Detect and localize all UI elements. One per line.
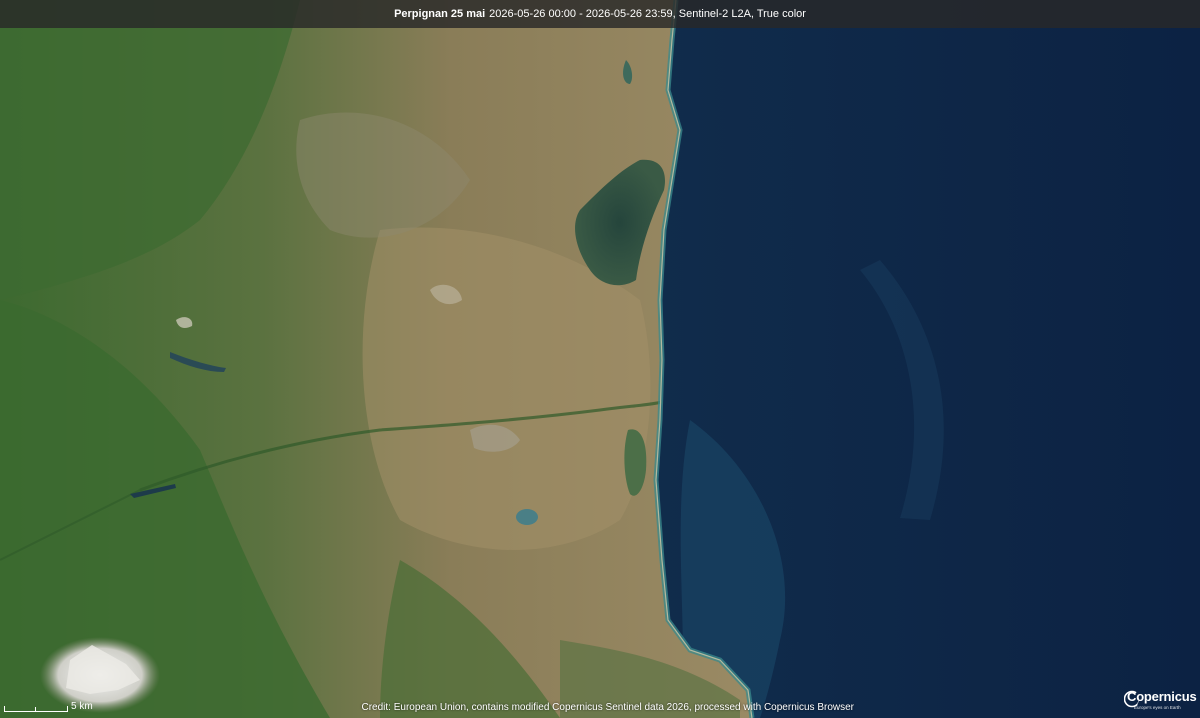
logo-wordmark: Copernicus <box>1127 689 1197 704</box>
scale-ruler <box>4 706 68 712</box>
logo-tagline: Europe's eyes on Earth <box>1134 705 1181 710</box>
satellite-image <box>0 0 1200 718</box>
image-title-bar: Perpignan 25 mai 2026-05-26 00:00 - 2026… <box>0 0 1200 28</box>
scale-bar: 5 km <box>4 701 93 712</box>
copernicus-logo: Copernicus Europe's eyes on Earth <box>1124 688 1197 714</box>
scale-label: 5 km <box>71 701 93 712</box>
credit-text: Credit: European Union, contains modifie… <box>361 702 855 713</box>
image-title-place: Perpignan 25 mai <box>394 8 486 20</box>
image-title-details: 2026-05-26 00:00 - 2026-05-26 23:59, Sen… <box>489 8 806 20</box>
